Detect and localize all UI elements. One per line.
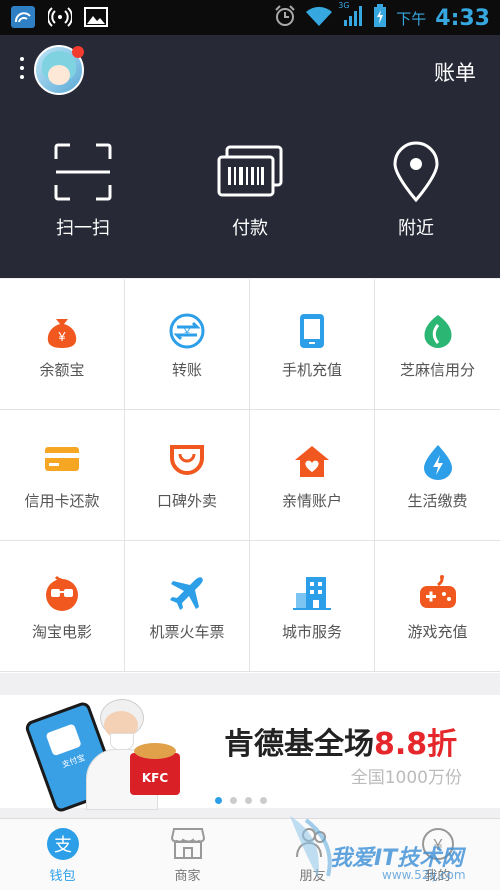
banner-title: 肯德基全场8.8折 xyxy=(224,727,458,762)
tab-merchants[interactable]: 商家 xyxy=(125,819,250,890)
banner-discount: 8.8折 xyxy=(374,727,458,762)
pager-dot[interactable] xyxy=(260,797,267,804)
grid-item-utilities[interactable]: 生活缴费 xyxy=(375,410,500,541)
svg-text:¥: ¥ xyxy=(183,327,191,339)
barcode-pay-icon xyxy=(190,140,310,204)
grid-item-label: 口碑外卖 xyxy=(156,492,217,510)
grid-item-sesame-credit[interactable]: 芝麻信用分 xyxy=(375,279,500,410)
grid-item-game-recharge[interactable]: 游戏充值 xyxy=(375,541,500,672)
banner-pager xyxy=(211,789,271,808)
kfc-bucket: KFC xyxy=(130,743,180,795)
service-grid: ¥ 余额宝 ¥ 转账 手机充值 芝麻信用分 信用卡还款 口碑外卖 亲情账户 生活… xyxy=(0,279,500,673)
credit-card-icon xyxy=(0,444,124,480)
battery-charging-icon xyxy=(373,4,387,33)
app-notification-icon xyxy=(10,5,36,33)
tab-label: 我的 xyxy=(424,869,451,884)
grid-item-credit-card[interactable]: 信用卡还款 xyxy=(0,410,125,541)
cell-signal-icon: 3G xyxy=(338,1,364,32)
grid-item-yuebao[interactable]: ¥ 余额宝 xyxy=(0,279,125,410)
pay-label: 付款 xyxy=(232,218,268,239)
airplane-icon xyxy=(125,575,249,611)
smile-bag-icon xyxy=(125,444,249,480)
promo-banner[interactable]: 支付宝 KFC 肯德基全场8.8折 全国1000万份 xyxy=(0,695,500,814)
grid-item-label: 游戏充值 xyxy=(407,623,468,641)
bottom-tab-bar: 支 钱包 商家 朋友 ¥ 我的 xyxy=(0,818,500,890)
grid-item-city-services[interactable]: 城市服务 xyxy=(250,541,375,672)
city-building-icon xyxy=(250,575,374,611)
friends-icon xyxy=(250,827,375,861)
grid-item-label: 城市服务 xyxy=(281,623,342,641)
wallet-icon: 支 xyxy=(0,827,125,861)
lightning-drop-icon xyxy=(375,444,500,480)
alarm-icon xyxy=(274,5,296,32)
grid-item-label: 亲情账户 xyxy=(281,492,342,510)
grid-item-label: 淘宝电影 xyxy=(31,623,92,641)
money-bag-icon: ¥ xyxy=(0,313,124,349)
svg-text:支: 支 xyxy=(54,835,72,856)
wifi-icon xyxy=(305,5,333,32)
tab-friends[interactable]: 朋友 xyxy=(250,819,375,890)
status-ampm: 下午 xyxy=(396,10,427,28)
pager-dot[interactable] xyxy=(215,797,222,804)
grid-item-flights-trains[interactable]: 机票火车票 xyxy=(125,541,250,672)
banner-subtitle: 全国1000万份 xyxy=(350,768,462,788)
tab-label: 朋友 xyxy=(299,869,326,884)
bill-button[interactable]: 账单 xyxy=(434,57,476,87)
phone-icon xyxy=(250,313,374,349)
pay-button[interactable]: 付款 xyxy=(190,140,310,240)
notification-dot xyxy=(72,46,84,58)
scan-icon xyxy=(23,140,143,204)
pager-dot[interactable] xyxy=(245,797,252,804)
grid-item-transfer[interactable]: ¥ 转账 xyxy=(125,279,250,410)
sesame-leaf-icon xyxy=(375,313,500,349)
grid-item-phone-recharge[interactable]: 手机充值 xyxy=(250,279,375,410)
svg-text:¥: ¥ xyxy=(57,329,66,344)
grid-item-label: 信用卡还款 xyxy=(24,492,100,510)
wallet-header: 账单 扫一扫 付款 附近 xyxy=(0,35,500,278)
location-pin-icon xyxy=(356,140,476,204)
scan-label: 扫一扫 xyxy=(56,218,110,239)
grid-item-label: 余额宝 xyxy=(39,361,85,379)
scan-button[interactable]: 扫一扫 xyxy=(23,140,143,240)
tab-wallet[interactable]: 支 钱包 xyxy=(0,819,125,890)
family-home-icon xyxy=(250,444,374,480)
tab-label: 钱包 xyxy=(49,869,76,884)
my-assets-icon: ¥ xyxy=(375,827,500,861)
status-time: 4:33 xyxy=(435,6,490,31)
more-menu-icon[interactable] xyxy=(18,57,26,83)
status-bar: 3G 下午 4:33 xyxy=(0,0,500,35)
shop-icon xyxy=(125,827,250,861)
svg-text:¥: ¥ xyxy=(432,837,442,854)
grid-item-label: 机票火车票 xyxy=(149,623,225,641)
grid-item-label: 转账 xyxy=(171,361,202,379)
grid-item-label: 手机充值 xyxy=(281,361,342,379)
grid-item-family-account[interactable]: 亲情账户 xyxy=(250,410,375,541)
pager-dot[interactable] xyxy=(230,797,237,804)
banner-illustration: 支付宝 KFC xyxy=(20,695,190,814)
wireless-signal-icon xyxy=(46,6,74,32)
nearby-button[interactable]: 附近 xyxy=(356,140,476,240)
tab-label: 商家 xyxy=(174,869,201,884)
grid-item-label: 芝麻信用分 xyxy=(399,361,475,379)
nearby-label: 附近 xyxy=(398,218,434,239)
image-icon xyxy=(84,7,108,31)
movie-glasses-icon xyxy=(0,575,124,611)
transfer-icon: ¥ xyxy=(125,313,249,349)
grid-item-koubei-takeout[interactable]: 口碑外卖 xyxy=(125,410,250,541)
grid-item-taobao-movie[interactable]: 淘宝电影 xyxy=(0,541,125,672)
grid-item-label: 生活缴费 xyxy=(407,492,468,510)
gamepad-icon xyxy=(375,575,500,611)
tab-mine[interactable]: ¥ 我的 xyxy=(375,819,500,890)
